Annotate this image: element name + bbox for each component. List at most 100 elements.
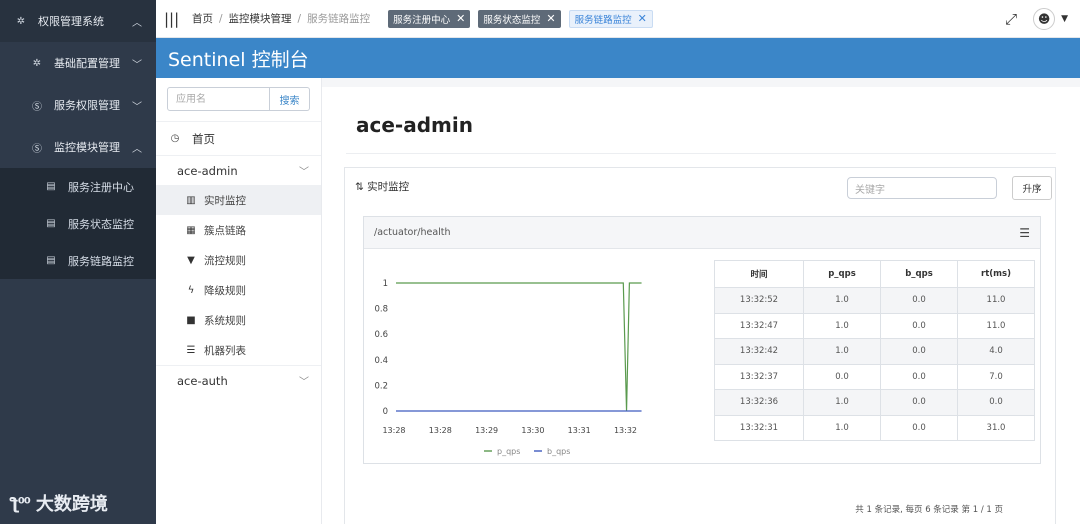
menu-label: 实时监控 [204, 194, 246, 207]
close-icon[interactable]: ✕ [546, 12, 555, 25]
sidebar-item-service-permission[interactable]: Ⓢ 服务权限管理 ﹀ [0, 84, 156, 126]
clock-icon: ◷ [170, 133, 180, 144]
menu-toggle-icon[interactable]: ||| [164, 10, 192, 28]
topbar: ||| 首页 / 监控模块管理 / 服务链路监控 服务注册中心 ✕ 服务状态监控… [156, 0, 1080, 38]
chevron-down-icon: ﹀ [299, 377, 309, 388]
tab-label: 服务状态监控 [483, 14, 541, 26]
table-row: 13:32:31 1.0 0.0 31.0 [714, 414, 1035, 441]
table-body: 13:32:52 1.0 0.0 11.0 13:32:47 1.0 0.0 11.0 13:3… [714, 287, 1035, 441]
app-ace-auth[interactable]: ace-auth ﹀ [156, 365, 321, 395]
s-circle-icon: Ⓢ [32, 101, 42, 113]
x-tick-label: 13:29 [475, 426, 498, 435]
chevron-up-icon: ︿ [132, 17, 142, 29]
sidebar-subitem-registry[interactable]: ▤ 服务注册中心 [0, 168, 156, 205]
table-header-cell: b_qps [880, 260, 958, 288]
table-cell: 1.0 [803, 414, 881, 441]
sidebar-subitem-label: 服务状态监控 [68, 217, 134, 231]
table-cell: 0.0 [880, 389, 958, 416]
avatar[interactable]: ☻ [1033, 7, 1056, 30]
app-name: ace-admin [177, 163, 238, 178]
table-cell: 0.0 [803, 363, 881, 390]
server-icon: ▤ [46, 218, 56, 229]
legend-label: b_qps [547, 447, 570, 456]
series-line-p-qps [396, 282, 642, 412]
sidebar-item-basic-config[interactable]: ✲ 基础配置管理 ﹀ [0, 42, 156, 84]
breadcrumb-monitor[interactable]: 监控模块管理 [229, 11, 292, 26]
filter-icon: ▼ [187, 254, 195, 266]
legend-label: p_qps [497, 447, 520, 456]
chevron-up-icon: ︿ [132, 143, 142, 155]
sidebar-item-label: 监控模块管理 [54, 141, 120, 154]
chevron-down-icon: ﹀ [132, 59, 142, 71]
table-cell: 0.0 [880, 363, 958, 390]
watermark-text: 大数跨境 [35, 494, 108, 515]
close-icon[interactable]: ✕ [638, 12, 647, 25]
sidebar-item-label: 服务权限管理 [54, 99, 120, 112]
server-icon: ▤ [46, 181, 56, 192]
menu-flow-rules[interactable]: ▼ 流控规则 [156, 245, 321, 275]
divider [346, 153, 1056, 154]
app-search-input[interactable] [167, 87, 270, 111]
qps-chart: 0 0.2 0.4 0.6 0.8 1 13:28 13:28 13:29 13:30 13:31 1… [374, 279, 642, 456]
fullscreen-icon[interactable]: ⤢ [1005, 10, 1017, 28]
x-tick-label: 13:28 [382, 426, 405, 435]
sort-button[interactable]: 升序 [1012, 176, 1052, 200]
realtime-panel: ⇅ 实时监控 关键字 升序 /actuator/health ☰ 0 0.2 0.4… [344, 167, 1056, 524]
table-cell: 13:32:42 [714, 338, 804, 365]
tab-trace[interactable]: 服务链路监控 ✕ [568, 9, 653, 28]
sidebar-item-monitor[interactable]: Ⓢ 监控模块管理 ︿ [0, 126, 156, 168]
table-cell: 0.0 [880, 287, 958, 314]
watermark-logo-icon: ƪ⁰⁰ [10, 493, 31, 513]
table-cell: 0.0 [880, 414, 958, 441]
gear-icon: ✲ [16, 15, 26, 27]
sidebar-head[interactable]: ✲ 权限管理系统 ︿ [0, 0, 156, 42]
menu-cluster-link[interactable]: ▦ 簇点链路 [156, 215, 321, 245]
table-cell: 1.0 [803, 389, 881, 416]
hamburger-menu-icon[interactable]: ☰ [1019, 226, 1030, 240]
tab-label: 服务注册中心 [393, 14, 451, 26]
caret-down-icon[interactable]: ▼ [1061, 14, 1068, 24]
app-name: ace-auth [177, 373, 228, 388]
sidebar-subitem-status[interactable]: ▤ 服务状态监控 [0, 205, 156, 242]
table-row: 13:32:42 1.0 0.0 4.0 [714, 338, 1035, 365]
table-cell: 13:32:52 [714, 287, 804, 314]
table-cell: 0.0 [957, 389, 1035, 416]
breadcrumb-home[interactable]: 首页 [192, 11, 213, 26]
main-content: ace-admin ⇅ 实时监控 关键字 升序 /actuator/health… [322, 87, 1080, 524]
tab-registry[interactable]: 服务注册中心 ✕ [388, 9, 471, 28]
search-button[interactable]: 搜索 [270, 87, 310, 111]
keyword-input[interactable]: 关键字 [847, 177, 997, 199]
menu-realtime-monitor[interactable]: ▥ 实时监控 [156, 185, 321, 215]
menu-machine-list[interactable]: ☰ 机器列表 [156, 335, 321, 365]
page-title: ace-admin [356, 113, 473, 137]
app-ace-admin[interactable]: ace-admin ﹀ [156, 155, 321, 185]
app-root: ✲ 权限管理系统 ︿ ✲ 基础配置管理 ﹀ Ⓢ 服务权限管理 ﹀ Ⓢ 监控模块管… [0, 0, 1080, 524]
menu-degrade-rules[interactable]: ϟ 降级规则 [156, 275, 321, 305]
table-cell: 4.0 [957, 338, 1035, 365]
table-cell: 1.0 [803, 287, 881, 314]
table-cell: 13:32:31 [714, 414, 804, 441]
menu-label: 降级规则 [204, 284, 246, 297]
table-cell: 11.0 [957, 312, 1035, 339]
gear-icon: ✲ [32, 57, 42, 69]
y-tick-label: 1 [383, 279, 388, 289]
x-tick-label: 13:31 [568, 426, 591, 435]
x-tick-label: 13:32 [614, 426, 637, 435]
app-search: 搜索 [167, 87, 310, 111]
table-row: 13:32:52 1.0 0.0 11.0 [714, 287, 1035, 314]
table-cell: 13:32:47 [714, 312, 804, 339]
sidebar-subitem-trace[interactable]: ▤ 服务链路监控 [0, 242, 156, 279]
x-tick-label: 13:30 [521, 426, 544, 435]
close-icon[interactable]: ✕ [456, 12, 465, 25]
breadcrumb-separator: / [297, 12, 302, 25]
menu-label: 系统规则 [204, 314, 246, 327]
table-row: 13:32:47 1.0 0.0 11.0 [714, 312, 1035, 339]
panel-title-label: 实时监控 [367, 181, 410, 193]
menu-label: 簇点链路 [204, 224, 246, 237]
menu-system-rules[interactable]: ■ 系统规则 [156, 305, 321, 335]
chevron-down-icon: ﹀ [132, 101, 142, 113]
s-circle-icon: Ⓢ [32, 143, 42, 155]
sentinel-home[interactable]: ◷ 首页 [156, 121, 321, 155]
tab-status[interactable]: 服务状态监控 ✕ [478, 9, 561, 28]
sentinel-header: Sentinel 控制台 [156, 38, 1080, 78]
